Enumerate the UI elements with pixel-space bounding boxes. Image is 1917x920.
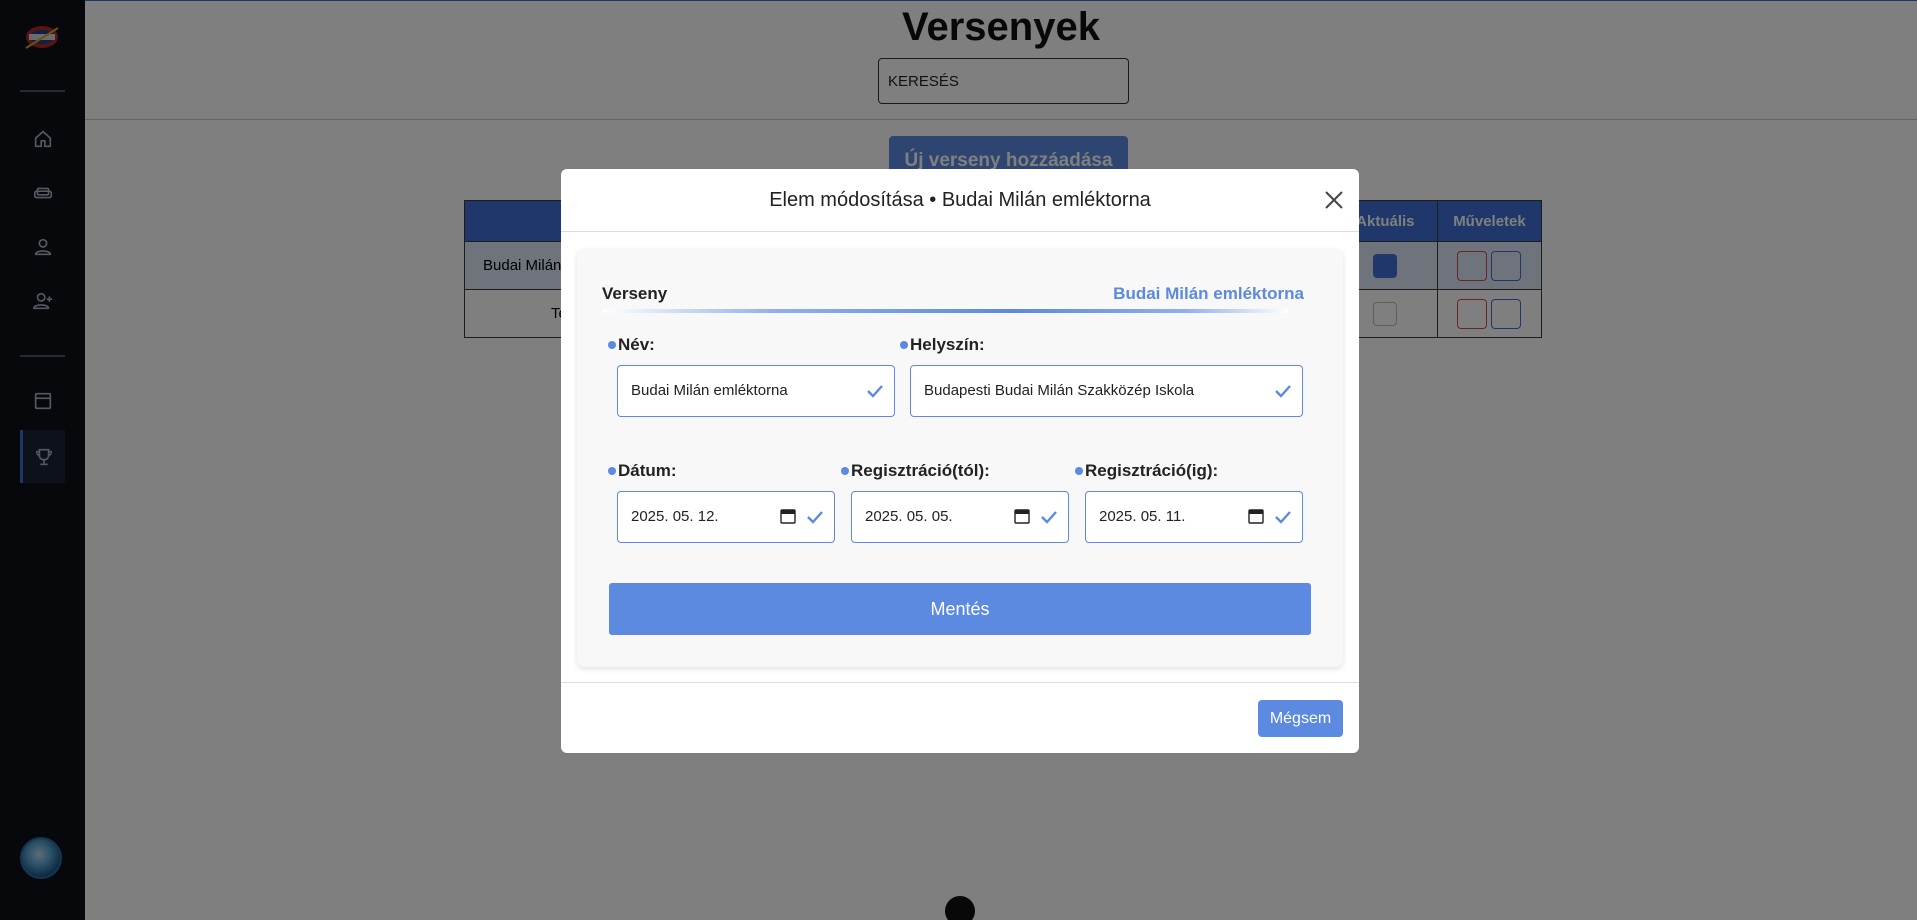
check-icon	[1275, 385, 1291, 398]
required-dot-icon	[900, 341, 908, 349]
calendar-icon[interactable]	[780, 508, 796, 524]
section-value: Budai Milán emléktorna	[1113, 284, 1304, 303]
field-label-datum: Dátum:	[608, 461, 677, 481]
required-dot-icon	[608, 467, 616, 475]
required-dot-icon	[1075, 467, 1083, 475]
cancel-button[interactable]: Mégsem	[1258, 700, 1343, 737]
section-label: Verseny	[602, 284, 668, 303]
nev-field[interactable]: Budai Milán emléktorna	[617, 365, 895, 417]
modal-footer-divider	[561, 682, 1359, 683]
reg-ig-field[interactable]: 2025. 05. 11.	[1085, 491, 1303, 543]
calendar-icon[interactable]	[1014, 508, 1030, 524]
helyszin-field[interactable]: Budapesti Budai Milán Szakközép Iskola	[910, 365, 1303, 417]
datum-field[interactable]: 2025. 05. 12.	[617, 491, 835, 543]
field-label-nev: Név:	[608, 335, 655, 355]
close-icon[interactable]	[1323, 189, 1345, 211]
field-label-reg-ig: Regisztráció(ig):	[1075, 461, 1218, 481]
modal-title: Elem módosítása • Budai Milán emléktorna	[769, 189, 1151, 211]
edit-modal: Elem módosítása • Budai Milán emléktorna…	[561, 169, 1359, 753]
field-label-helyszin: Helyszín:	[900, 335, 985, 355]
check-icon	[867, 385, 883, 398]
field-label-reg-tol: Regisztráció(tól):	[841, 461, 990, 481]
check-icon	[1275, 511, 1291, 524]
calendar-icon[interactable]	[1248, 508, 1264, 524]
check-icon	[1041, 511, 1057, 524]
required-dot-icon	[608, 341, 616, 349]
modal-header: Elem módosítása • Budai Milán emléktorna	[561, 169, 1359, 232]
required-dot-icon	[841, 467, 849, 475]
check-icon	[807, 511, 823, 524]
section-divider	[602, 309, 1289, 313]
save-button[interactable]: Mentés	[609, 583, 1311, 635]
reg-tol-field[interactable]: 2025. 05. 05.	[851, 491, 1069, 543]
